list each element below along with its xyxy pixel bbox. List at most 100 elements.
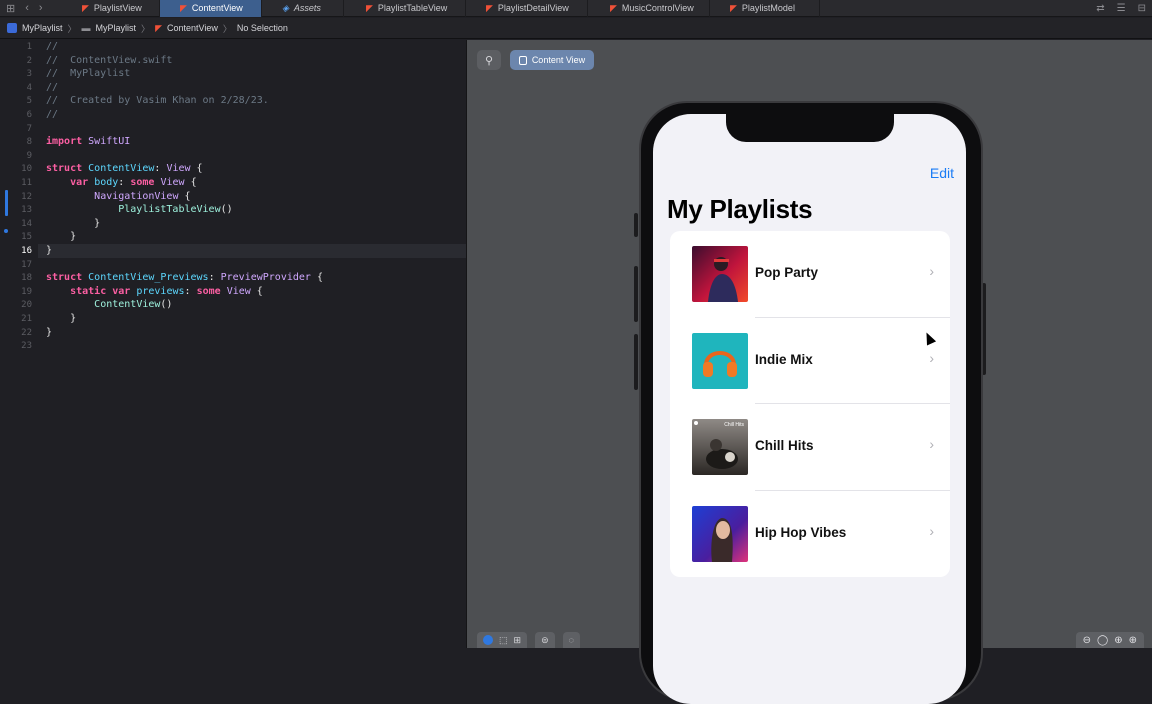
back-icon[interactable]: ‹: [25, 2, 29, 14]
code-line[interactable]: var body: some View {: [46, 176, 197, 190]
swap-icon[interactable]: ⇄: [1096, 3, 1104, 14]
playlist-name: Indie Mix: [755, 351, 813, 367]
line-number: 3: [26, 69, 32, 80]
code-line[interactable]: //: [46, 108, 58, 122]
code-line[interactable]: import SwiftUI: [46, 135, 130, 149]
phone-volume-up: [634, 266, 638, 322]
zoom-controls: ⊖ ◯ ⊕ ⊕: [1075, 632, 1144, 648]
variants-icon[interactable]: ⊞: [514, 635, 522, 646]
device-notch: [726, 114, 894, 142]
playlist-artwork: [692, 246, 748, 302]
chevron-right-icon: ›: [929, 263, 934, 279]
edit-button[interactable]: Edit: [930, 165, 954, 181]
source-editor[interactable]: 1 2 3 4 5 6 7 8 9 10 11 12 13 14 15 16 1…: [0, 40, 466, 648]
playlist-artwork: Chill Hits: [692, 419, 748, 475]
line-number: 19: [21, 286, 32, 297]
swift-file-icon: ◤: [155, 22, 162, 33]
code-line[interactable]: //: [46, 81, 58, 95]
breadcrumb-file[interactable]: ContentView: [167, 23, 218, 33]
code-line[interactable]: PlaylistTableView(): [46, 203, 232, 217]
code-line[interactable]: //: [46, 40, 58, 54]
preview-mode-group: ⬚ ⊞: [477, 632, 528, 648]
code-line[interactable]: static var previews: some View {: [46, 285, 263, 299]
split-editor-icon[interactable]: ☰: [1117, 3, 1126, 14]
navigator-controls: ⊞ ‹ ›: [0, 0, 72, 17]
tab-playlisttableview[interactable]: ◤ PlaylistTableView: [344, 0, 466, 17]
line-number: 14: [21, 218, 32, 229]
breadcrumb-group[interactable]: MyPlaylist: [96, 23, 137, 33]
add-editor-icon[interactable]: ⊟: [1138, 3, 1146, 14]
line-number: 12: [21, 191, 32, 202]
preview-selector-button[interactable]: Content View: [510, 50, 594, 70]
preview-canvas[interactable]: ⚲ Content View Edit My Playlists Pop Par…: [466, 40, 1152, 704]
assets-icon: ◈: [282, 2, 289, 13]
swift-file-icon: ◤: [730, 2, 737, 13]
breadcrumb-selection[interactable]: No Selection: [237, 23, 288, 33]
pin-icon: ⚲: [484, 54, 494, 67]
line-number: 22: [21, 327, 32, 338]
line-number: 17: [21, 259, 32, 270]
tab-musiccontrolview[interactable]: ◤ MusicControlView: [588, 0, 710, 17]
tab-playlistmodel[interactable]: ◤ PlaylistModel: [710, 0, 820, 17]
line-number-gutter: 1 2 3 4 5 6 7 8 9 10 11 12 13 14 15 16 1…: [0, 40, 38, 648]
device-screen[interactable]: Edit My Playlists Pop Party › Indie Mix …: [653, 114, 966, 704]
code-line[interactable]: }: [46, 326, 52, 340]
line-number: 8: [26, 137, 32, 148]
tab-assets[interactable]: ◈ Assets: [262, 0, 344, 17]
line-number: 13: [21, 205, 32, 216]
color-scheme-icon[interactable]: ◌: [569, 635, 574, 645]
phone-mute-switch: [634, 213, 638, 237]
zoom-in-icon[interactable]: ⊕: [1129, 635, 1137, 646]
code-line[interactable]: }: [46, 217, 100, 231]
live-preview-icon[interactable]: [483, 635, 493, 645]
list-item[interactable]: Hip Hop Vibes ›: [670, 491, 950, 578]
chevron-right-icon: 〉: [141, 23, 151, 34]
code-line[interactable]: }: [46, 312, 76, 326]
code-line[interactable]: }: [46, 244, 52, 258]
selectable-mode-icon[interactable]: ⬚: [499, 635, 508, 646]
code-line[interactable]: struct ContentView_Previews: PreviewProv…: [46, 271, 323, 285]
editor-options: ⇄ ☰ ⊟: [1096, 0, 1146, 17]
line-number: 15: [21, 232, 32, 243]
code-line[interactable]: // Created by Vasim Khan on 2/28/23.: [46, 94, 269, 108]
code-line[interactable]: // MyPlaylist: [46, 67, 130, 81]
playlist-name: Pop Party: [755, 265, 819, 280]
tab-playlistdetailview[interactable]: ◤ PlaylistDetailView: [466, 0, 588, 17]
color-scheme-group: ◌: [562, 632, 580, 648]
zoom-actual-icon[interactable]: ⊕: [1114, 635, 1122, 646]
code-line[interactable]: // ContentView.swift: [46, 54, 172, 68]
playlist-list[interactable]: Pop Party › Indie Mix › Chill Hits Chill…: [670, 231, 950, 577]
playlist-name: Chill Hits: [755, 438, 814, 453]
artwork-image: [692, 332, 748, 389]
code-line[interactable]: }: [46, 230, 76, 244]
line-number: 23: [21, 341, 32, 352]
tab-label: PlaylistModel: [741, 3, 795, 13]
pin-preview-button[interactable]: ⚲: [477, 50, 501, 70]
tab-playlistview[interactable]: ◤ PlaylistView: [72, 0, 160, 17]
code-line[interactable]: NavigationView {: [46, 190, 190, 204]
line-number: 9: [26, 150, 32, 161]
code-line[interactable]: struct ContentView: View {: [46, 162, 203, 176]
zoom-to-fit-icon[interactable]: ◯: [1097, 635, 1108, 646]
forward-icon[interactable]: ›: [39, 2, 43, 14]
device-settings-icon[interactable]: ⊜: [541, 635, 549, 646]
swift-file-icon: ◤: [486, 2, 493, 13]
list-item[interactable]: Indie Mix ›: [670, 318, 950, 404]
tab-label: PlaylistTableView: [377, 3, 448, 13]
project-icon: [7, 23, 17, 33]
tab-contentview[interactable]: ◤ ContentView: [160, 0, 262, 17]
editor-tab-bar: ⊞ ‹ › ◤ PlaylistView ◤ ContentView ◈ Ass…: [0, 0, 1152, 17]
list-item[interactable]: Chill Hits Chill Hits ›: [670, 404, 950, 491]
list-item[interactable]: Pop Party ›: [670, 231, 950, 318]
line-number: 2: [26, 55, 32, 66]
chevron-right-icon: 〉: [67, 23, 77, 34]
line-number: 6: [26, 110, 32, 120]
chevron-right-icon: 〉: [222, 23, 232, 34]
code-line[interactable]: ContentView(): [46, 298, 172, 312]
artwork-image: [692, 505, 748, 562]
playlist-artwork: [692, 505, 748, 562]
breadcrumb-project[interactable]: MyPlaylist: [22, 23, 63, 33]
zoom-out-icon[interactable]: ⊖: [1083, 635, 1091, 646]
line-number: 1: [26, 42, 32, 52]
grid-icon[interactable]: ⊞: [6, 2, 15, 15]
